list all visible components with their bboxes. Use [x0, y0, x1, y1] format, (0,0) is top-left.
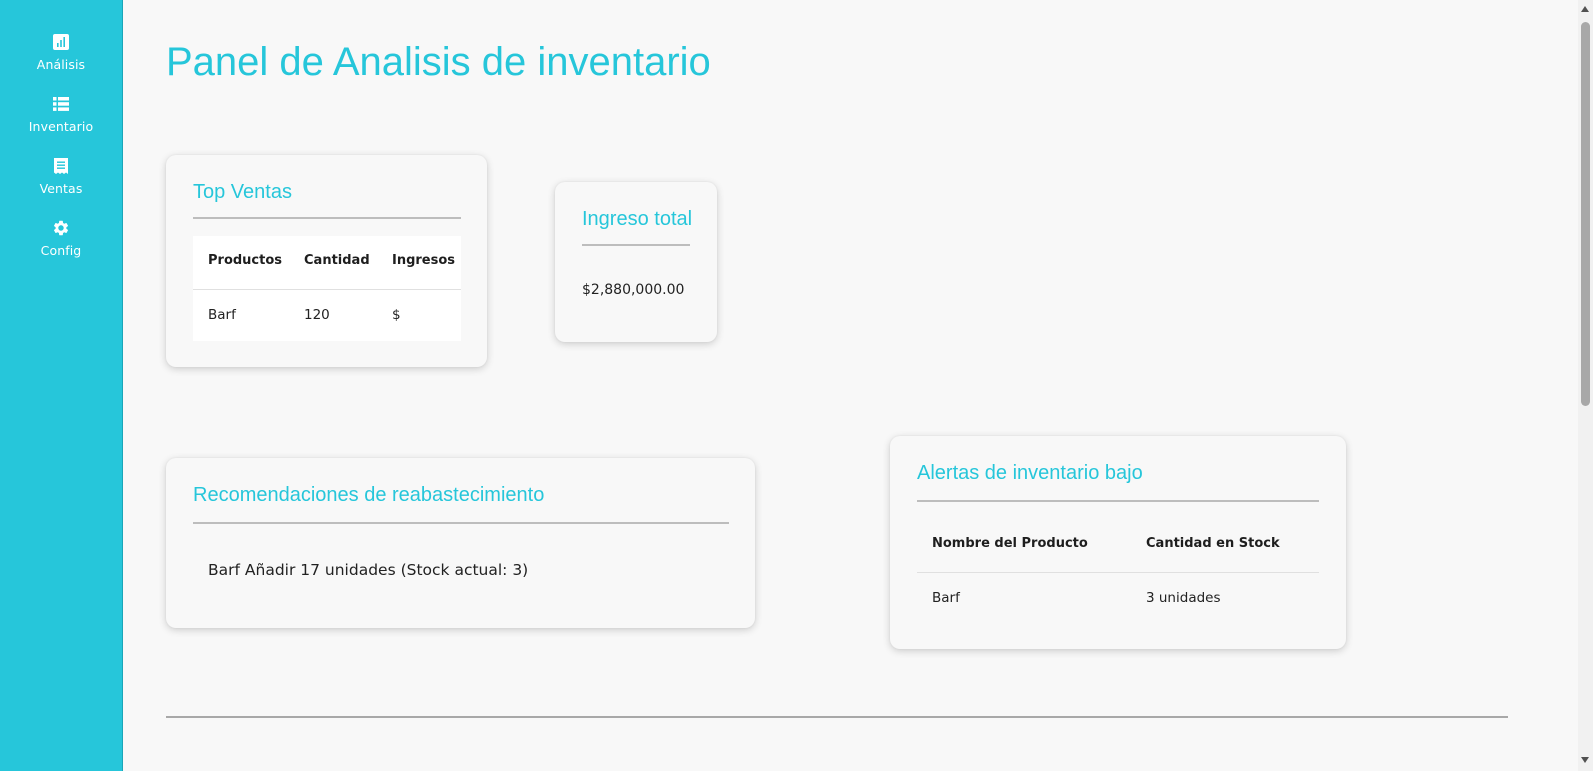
card-title: Alertas de inventario bajo: [917, 462, 1143, 484]
table-header: Cantidad: [304, 253, 370, 268]
scroll-up-arrow-icon[interactable]: [1581, 6, 1589, 12]
bottom-divider: [166, 716, 1508, 718]
sidebar: Análisis Inventario Ventas Config: [0, 0, 123, 771]
sidebar-item-ventas[interactable]: Ventas: [0, 152, 122, 208]
main-content: Panel de Analisis de inventario Top Vent…: [123, 0, 1553, 771]
table-header: Ingresos: [392, 253, 456, 268]
table-cell: 120: [304, 307, 330, 323]
scroll-down-arrow-icon[interactable]: [1581, 757, 1589, 763]
sidebar-item-label: Config: [40, 243, 82, 258]
card-title: Top Ventas: [193, 181, 292, 203]
receipt-icon: [51, 156, 71, 176]
vertical-scrollbar[interactable]: [1578, 0, 1593, 771]
sidebar-item-label: Inventario: [28, 119, 94, 134]
sidebar-item-label: Ventas: [39, 181, 83, 196]
analytics-icon: [51, 32, 71, 52]
top-ventas-card: Top Ventas Productos Cantidad Ingresos B…: [166, 155, 487, 367]
list-icon: [51, 94, 71, 114]
page-title: Panel de Analisis de inventario: [166, 40, 711, 84]
ingreso-total-card: Ingreso total $2,880,000.00: [555, 182, 717, 342]
app-window: Análisis Inventario Ventas Config Panel …: [0, 0, 1593, 771]
card-title: Recomendaciones de reabastecimiento: [193, 484, 545, 506]
scrollbar-thumb[interactable]: [1581, 22, 1590, 406]
card-divider: [193, 217, 461, 219]
table-header: Cantidad en Stock: [1146, 536, 1280, 551]
table-row-divider: [193, 289, 461, 290]
table-header: Productos: [208, 253, 283, 268]
sidebar-item-config[interactable]: Config: [0, 214, 122, 270]
sidebar-item-label: Análisis: [36, 57, 86, 72]
card-title: Ingreso total: [582, 208, 693, 230]
card-divider: [193, 522, 729, 524]
table-cell: Barf: [932, 590, 960, 606]
sidebar-item-inventario[interactable]: Inventario: [0, 90, 122, 146]
alertas-card: Alertas de inventario bajo Nombre del Pr…: [890, 436, 1346, 649]
card-divider: [917, 500, 1319, 502]
table-cell: $: [392, 307, 401, 323]
table-header: Nombre del Producto: [932, 536, 1088, 551]
gear-icon: [51, 218, 71, 238]
sidebar-item-analisis[interactable]: Análisis: [0, 28, 122, 84]
list-item: Barf Añadir 17 unidades (Stock actual: 3…: [208, 561, 529, 579]
table-cell: 3 unidades: [1146, 590, 1221, 606]
card-divider: [582, 244, 690, 246]
table-row-divider: [917, 572, 1319, 573]
ingreso-total-value: $2,880,000.00: [582, 282, 685, 298]
table-cell: Barf: [208, 307, 236, 323]
recomendaciones-card: Recomendaciones de reabastecimiento Barf…: [166, 458, 755, 628]
